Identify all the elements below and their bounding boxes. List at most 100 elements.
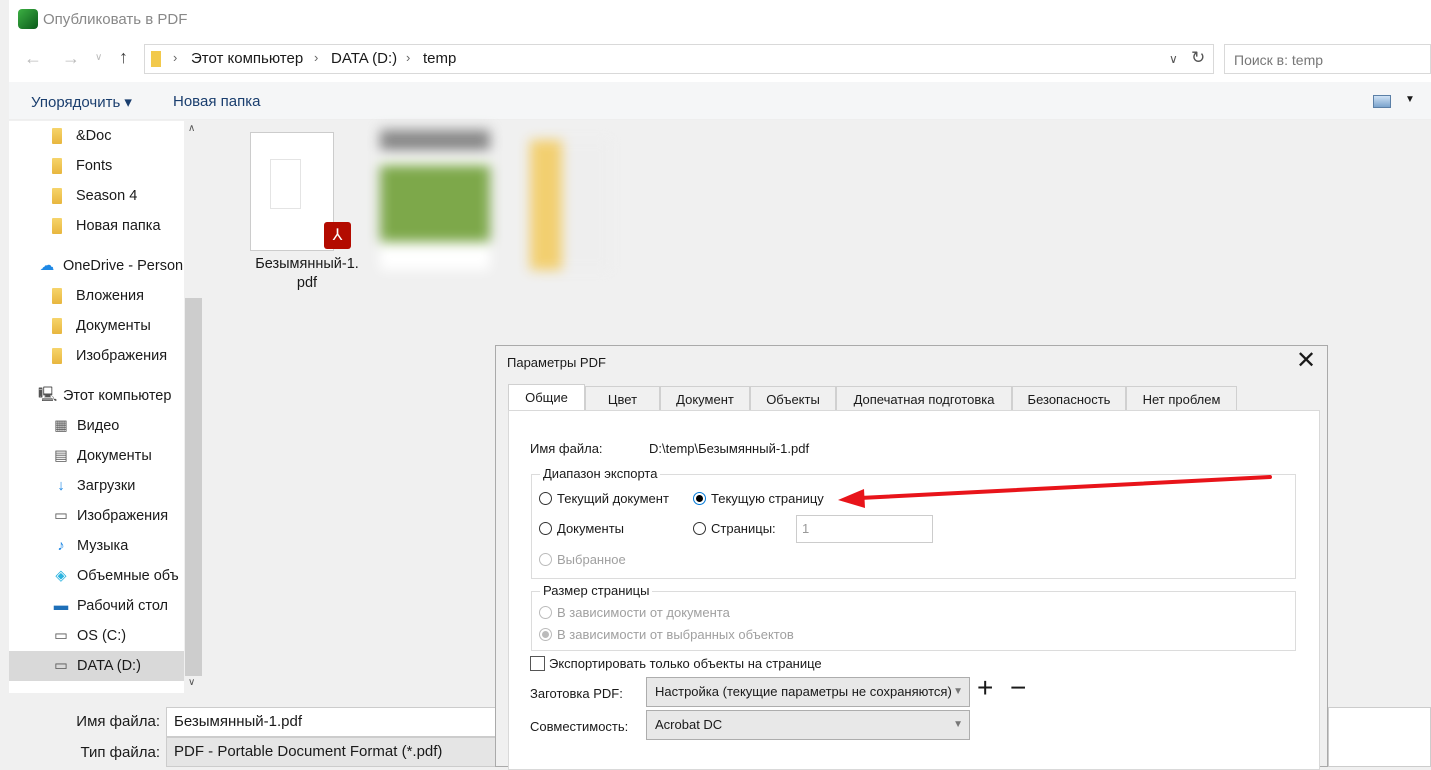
file-name: Безымянный-1. pdf (255, 256, 359, 291)
breadcrumb-computer[interactable]: Этот компьютер (191, 50, 303, 67)
tab-objects[interactable]: Объекты (750, 386, 836, 410)
filename-label: Имя файла: (76, 713, 160, 730)
organize-button[interactable]: Упорядочить ▾ (31, 93, 132, 111)
folder-icon (151, 51, 161, 67)
filename-input[interactable]: Безымянный-1.pdf (166, 707, 506, 737)
view-dropdown-icon[interactable]: ▼ (1405, 94, 1415, 105)
compatibility-label: Совместимость: (530, 719, 629, 734)
image-icon: ▭ (54, 508, 68, 524)
remove-preset-icon[interactable]: − (1010, 673, 1026, 703)
blurred-file-thumbnail[interactable] (530, 140, 610, 270)
sidebar-item[interactable]: Fonts (9, 151, 184, 181)
folder-icon (52, 348, 62, 364)
address-dropdown-icon[interactable]: ∨ (1169, 52, 1178, 66)
pages-input[interactable]: 1 (796, 515, 933, 543)
sidebar-item[interactable]: &Doc (9, 121, 184, 151)
chevron-right-icon: › (314, 50, 319, 65)
filetype-label: Тип файла: (80, 744, 161, 761)
filename-label: Имя файла: (530, 441, 603, 456)
sidebar-item[interactable]: ▭ DATA (D:) (9, 651, 184, 681)
drive-icon: ▭ (54, 658, 68, 674)
sidebar-item[interactable]: ◈ Объемные объ (9, 561, 184, 591)
radio-documents[interactable]: Документы (539, 521, 624, 536)
sidebar-item[interactable]: ☁ OneDrive - Person (9, 251, 184, 281)
sidebar-item[interactable]: ▭ Изображения (9, 501, 184, 531)
breadcrumb-drive[interactable]: DATA (D:) (331, 50, 397, 67)
tab-security[interactable]: Безопасность (1012, 386, 1126, 410)
scrollbar-thumb[interactable] (185, 298, 202, 676)
sidebar-item[interactable]: 🖳 Этот компьютер (9, 381, 184, 411)
sidebar-item-label: Новая папка (76, 218, 161, 234)
file-item[interactable]: ⅄ Безымянный-1. pdf (232, 131, 362, 301)
sidebar-item-label: OS (C:) (77, 628, 127, 644)
sidebar-item-label: Видео (77, 418, 120, 434)
drive-icon: ▭ (54, 628, 68, 644)
folder-icon (52, 128, 62, 144)
folder-icon (52, 158, 62, 174)
cube-icon: ◈ (55, 568, 67, 584)
sidebar-item[interactable]: ▦ Видео (9, 411, 184, 441)
close-icon[interactable]: ✕ (1296, 346, 1316, 375)
recent-dropdown-icon[interactable]: ∨ (95, 52, 102, 63)
sidebar-item-label: Изображения (77, 508, 169, 524)
view-icon[interactable] (1373, 95, 1391, 108)
tab-prepress[interactable]: Допечатная подготовка (836, 386, 1012, 410)
refresh-icon[interactable]: ↻ (1191, 48, 1205, 68)
sidebar-item[interactable]: Новая папка (9, 211, 184, 241)
sidebar-item[interactable]: Вложения (9, 281, 184, 311)
sidebar-item-label: Изображения (76, 348, 168, 364)
sidebar-item[interactable]: Season 4 (9, 181, 184, 211)
search-input[interactable]: Поиск в: temp (1224, 44, 1431, 74)
tab-no-issues[interactable]: Нет проблем (1126, 386, 1237, 410)
forward-icon[interactable]: → (62, 48, 80, 69)
folder-icon (52, 218, 62, 234)
add-preset-icon[interactable]: + (977, 673, 993, 703)
radio-current-document[interactable]: Текущий документ (539, 491, 669, 506)
radio-by-document: В зависимости от документа (539, 605, 730, 620)
sidebar-item-label: Музыка (77, 538, 129, 554)
folder-icon (52, 188, 62, 204)
back-icon[interactable]: ← (24, 48, 42, 69)
tab-document[interactable]: Документ (660, 386, 750, 410)
address-bar[interactable] (144, 44, 1214, 74)
filename-input-right[interactable] (1328, 707, 1431, 767)
preset-label: Заготовка PDF: (530, 686, 623, 701)
tab-color[interactable]: Цвет (585, 386, 660, 410)
document-icon: ▤ (54, 448, 68, 464)
computer-icon: 🖳 (38, 386, 58, 403)
title-bar: Опубликовать в PDF (9, 0, 1431, 40)
filetype-select[interactable]: PDF - Portable Document Format (*.pdf) (166, 737, 506, 767)
sidebar-item[interactable]: ↓ Загрузки (9, 471, 184, 501)
sidebar-item-label: Загрузки (77, 478, 136, 494)
export-range-title: Диапазон экспорта (540, 466, 661, 481)
sidebar-item[interactable]: Документы (9, 311, 184, 341)
sidebar-item[interactable]: ▬ Рабочий стол (9, 591, 184, 621)
sidebar-item[interactable]: ▤ Документы (9, 441, 184, 471)
sidebar-item-label: Документы (76, 318, 151, 334)
pdf-badge-icon: ⅄ (324, 222, 351, 249)
page-size-title: Размер страницы (540, 583, 653, 598)
filename-value: D:\temp\Безымянный-1.pdf (649, 441, 810, 456)
radio-selection: Выбранное (539, 552, 626, 567)
radio-current-page[interactable]: Текущую страницу (693, 491, 824, 506)
up-icon[interactable]: ↑ (119, 47, 128, 68)
chevron-right-icon: › (173, 50, 178, 65)
compatibility-select[interactable]: Acrobat DC ▼ (646, 710, 970, 740)
new-folder-button[interactable]: Новая папка (173, 93, 260, 110)
cloud-icon: ☁ (39, 258, 55, 274)
tab-general[interactable]: Общие (508, 384, 585, 411)
sidebar-item[interactable]: ♪ Музыка (9, 531, 184, 561)
blurred-file-thumbnail[interactable] (380, 130, 490, 270)
general-panel: Имя файла: D:\temp\Безымянный-1.pdf Диап… (508, 410, 1320, 770)
sidebar-item-label: Fonts (76, 158, 113, 174)
sidebar-item[interactable]: ▭ OS (C:) (9, 621, 184, 651)
preset-select[interactable]: Настройка (текущие параметры не сохраняю… (646, 677, 970, 707)
sidebar-item-label: Season 4 (76, 188, 138, 204)
folder-icon (52, 288, 62, 304)
folder-icon (52, 318, 62, 334)
radio-pages[interactable]: Страницы: (693, 521, 776, 536)
sidebar-item-label: Рабочий стол (77, 598, 169, 614)
breadcrumb-temp[interactable]: temp (423, 50, 456, 67)
sidebar-item[interactable]: Изображения (9, 341, 184, 371)
export-only-objects-checkbox[interactable]: Экспортировать только объекты на страниц… (530, 656, 822, 671)
